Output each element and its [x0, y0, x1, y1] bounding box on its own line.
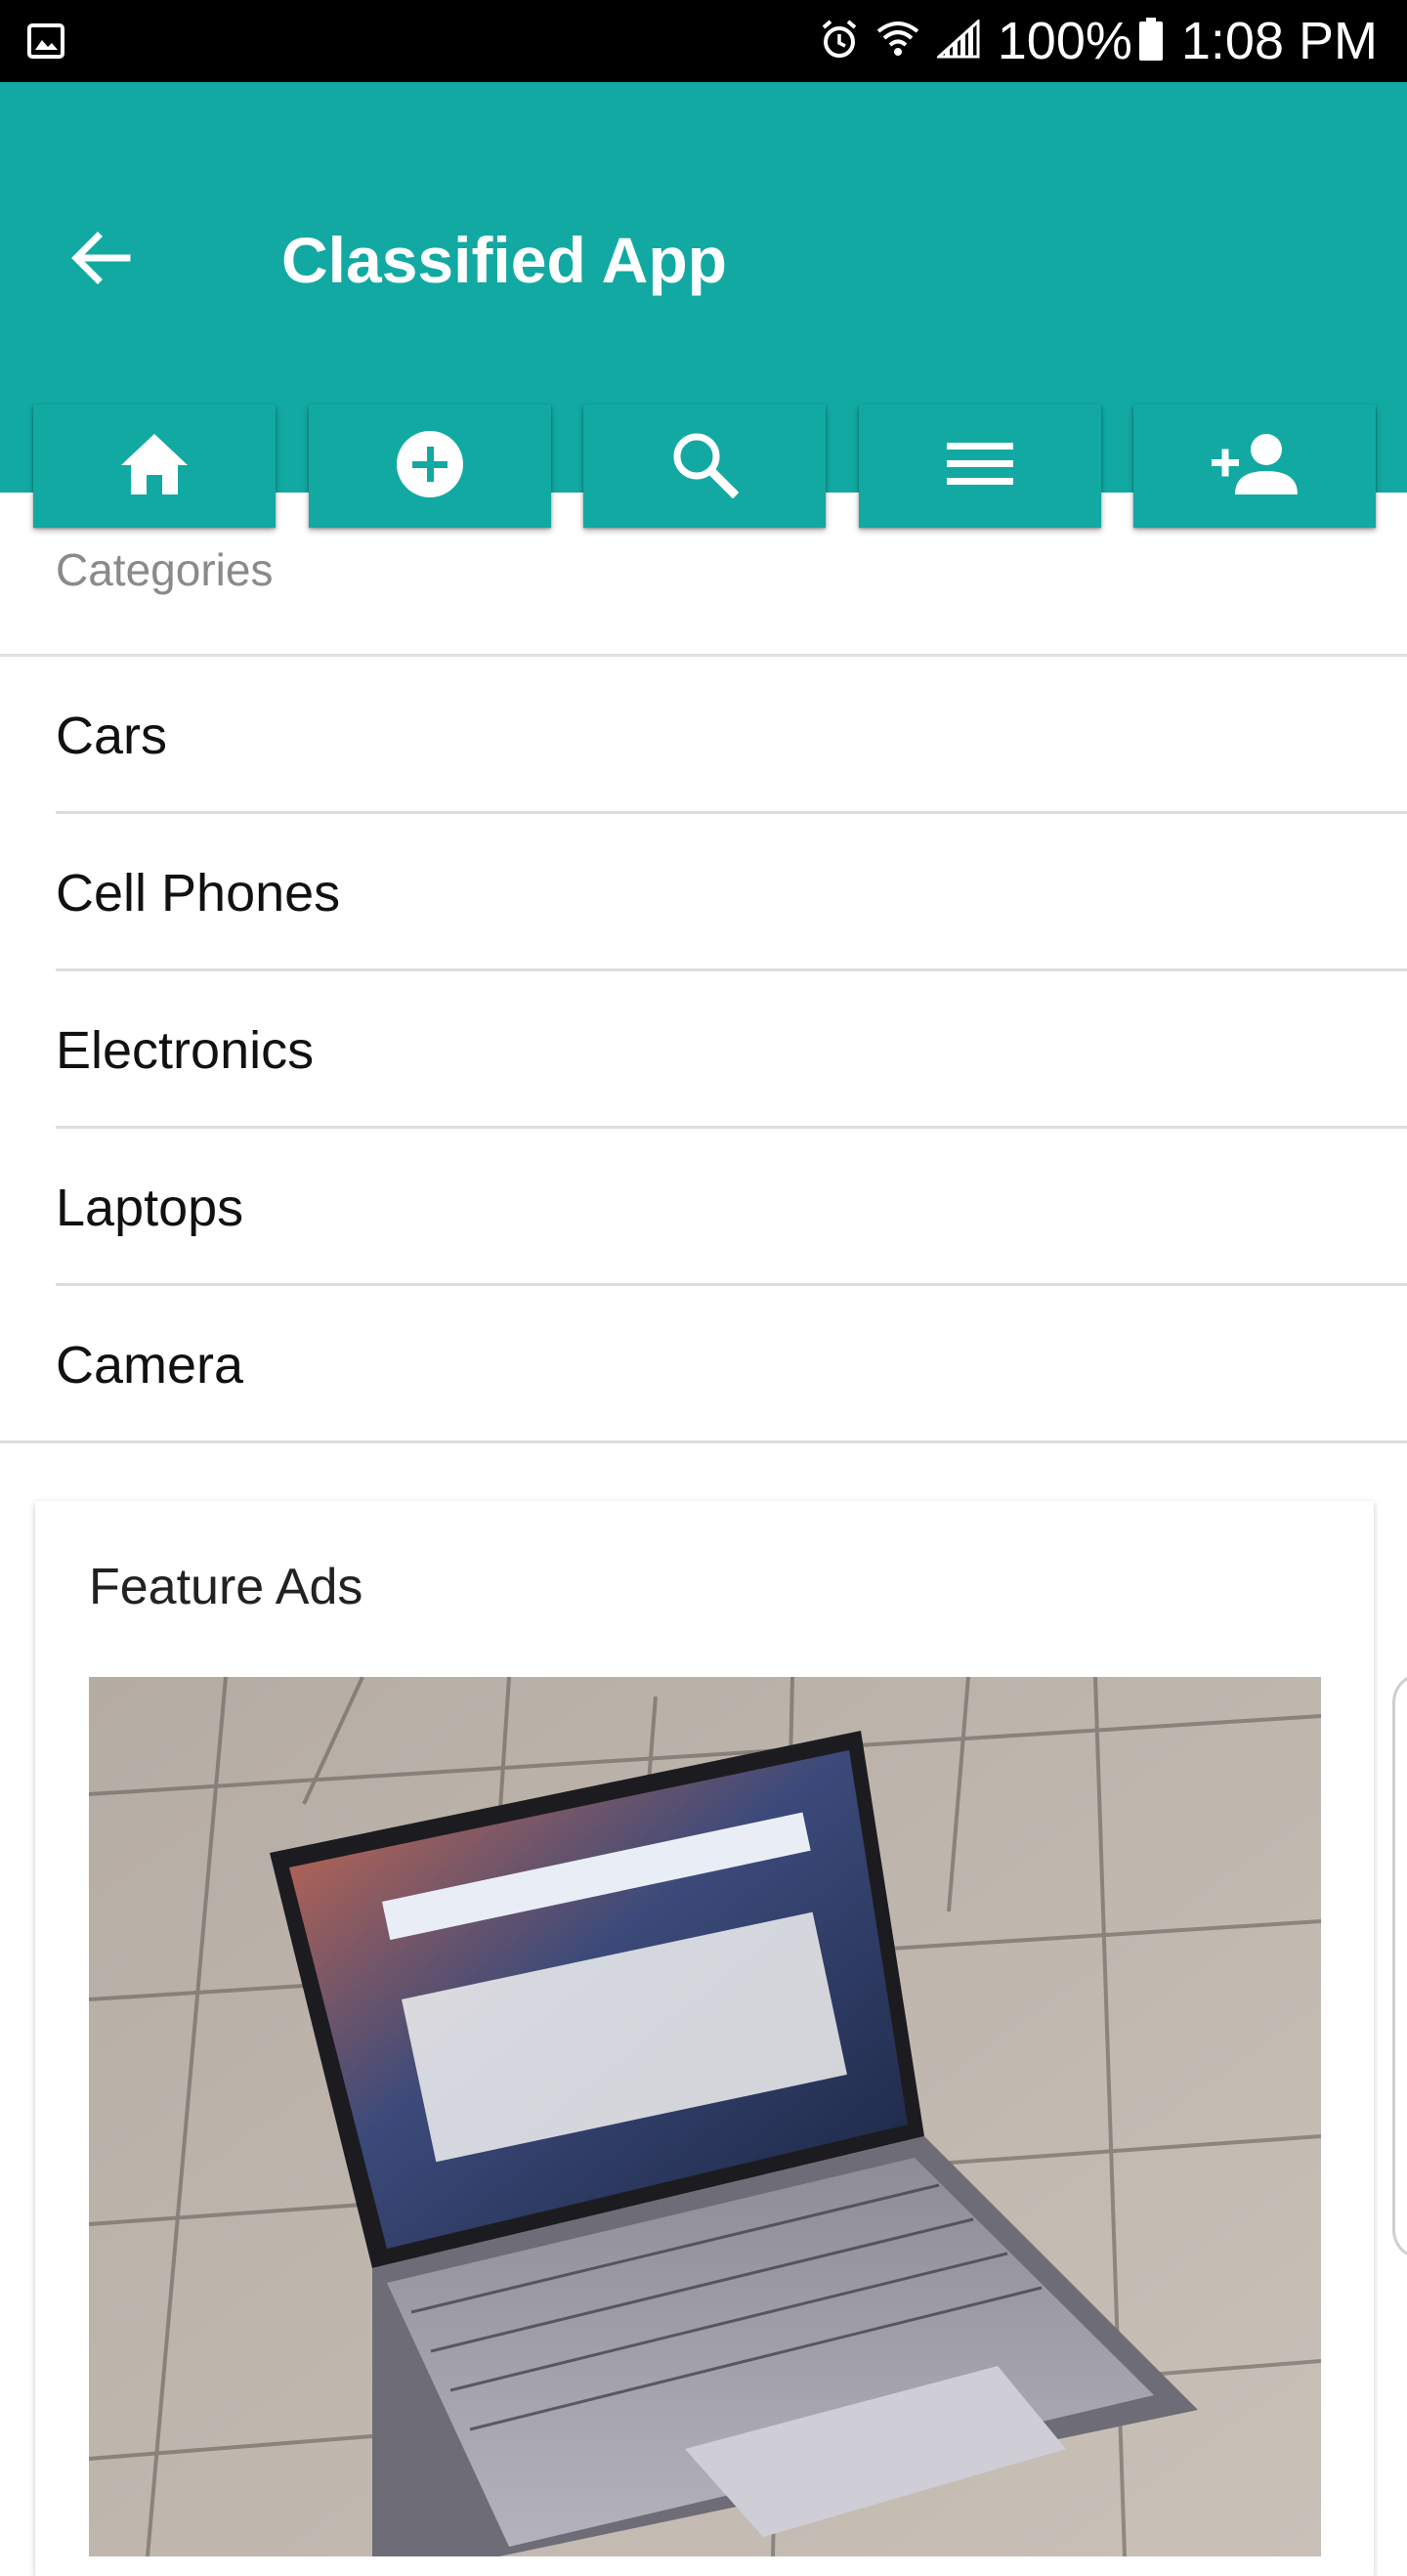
battery-percent: 100%: [997, 12, 1132, 70]
wifi-icon: [876, 20, 919, 64]
feature-ads-card: Feature Ads: [35, 1501, 1374, 2576]
category-item-camera[interactable]: Camera: [0, 1286, 1407, 1443]
feature-ads-title: Feature Ads: [89, 1559, 363, 1615]
category-list: Cars Cell Phones Electronics Laptops Cam…: [0, 657, 1407, 1443]
laptop-photo: [89, 1677, 1321, 2556]
arrow-back-icon: [68, 231, 131, 290]
signal-icon: [934, 18, 980, 64]
categories-header: Categories: [0, 493, 1407, 657]
category-item-cell-phones[interactable]: Cell Phones: [0, 814, 1407, 971]
menu-icon: [946, 441, 1013, 493]
page-title: Classified App: [281, 224, 727, 296]
back-button[interactable]: [53, 219, 147, 301]
categories-title: Categories: [56, 544, 274, 595]
clock: 1:08 PM: [1180, 12, 1378, 70]
app-bar: Classified App: [0, 82, 1407, 528]
add-user-icon: [1212, 432, 1298, 501]
category-item-cars[interactable]: Cars: [0, 657, 1407, 814]
next-card-peek[interactable]: [1392, 1673, 1407, 2259]
battery-icon: [1138, 17, 1164, 65]
feature-ad-image[interactable]: [89, 1677, 1321, 2556]
image-icon: [27, 23, 64, 59]
category-item-electronics[interactable]: Electronics: [0, 971, 1407, 1129]
home-icon: [119, 432, 190, 501]
status-icons: 100% 1:08 PM: [820, 0, 1378, 82]
category-item-laptops[interactable]: Laptops: [0, 1129, 1407, 1286]
status-bar: 100% 1:08 PM: [0, 0, 1407, 82]
alarm-icon: [820, 18, 859, 65]
